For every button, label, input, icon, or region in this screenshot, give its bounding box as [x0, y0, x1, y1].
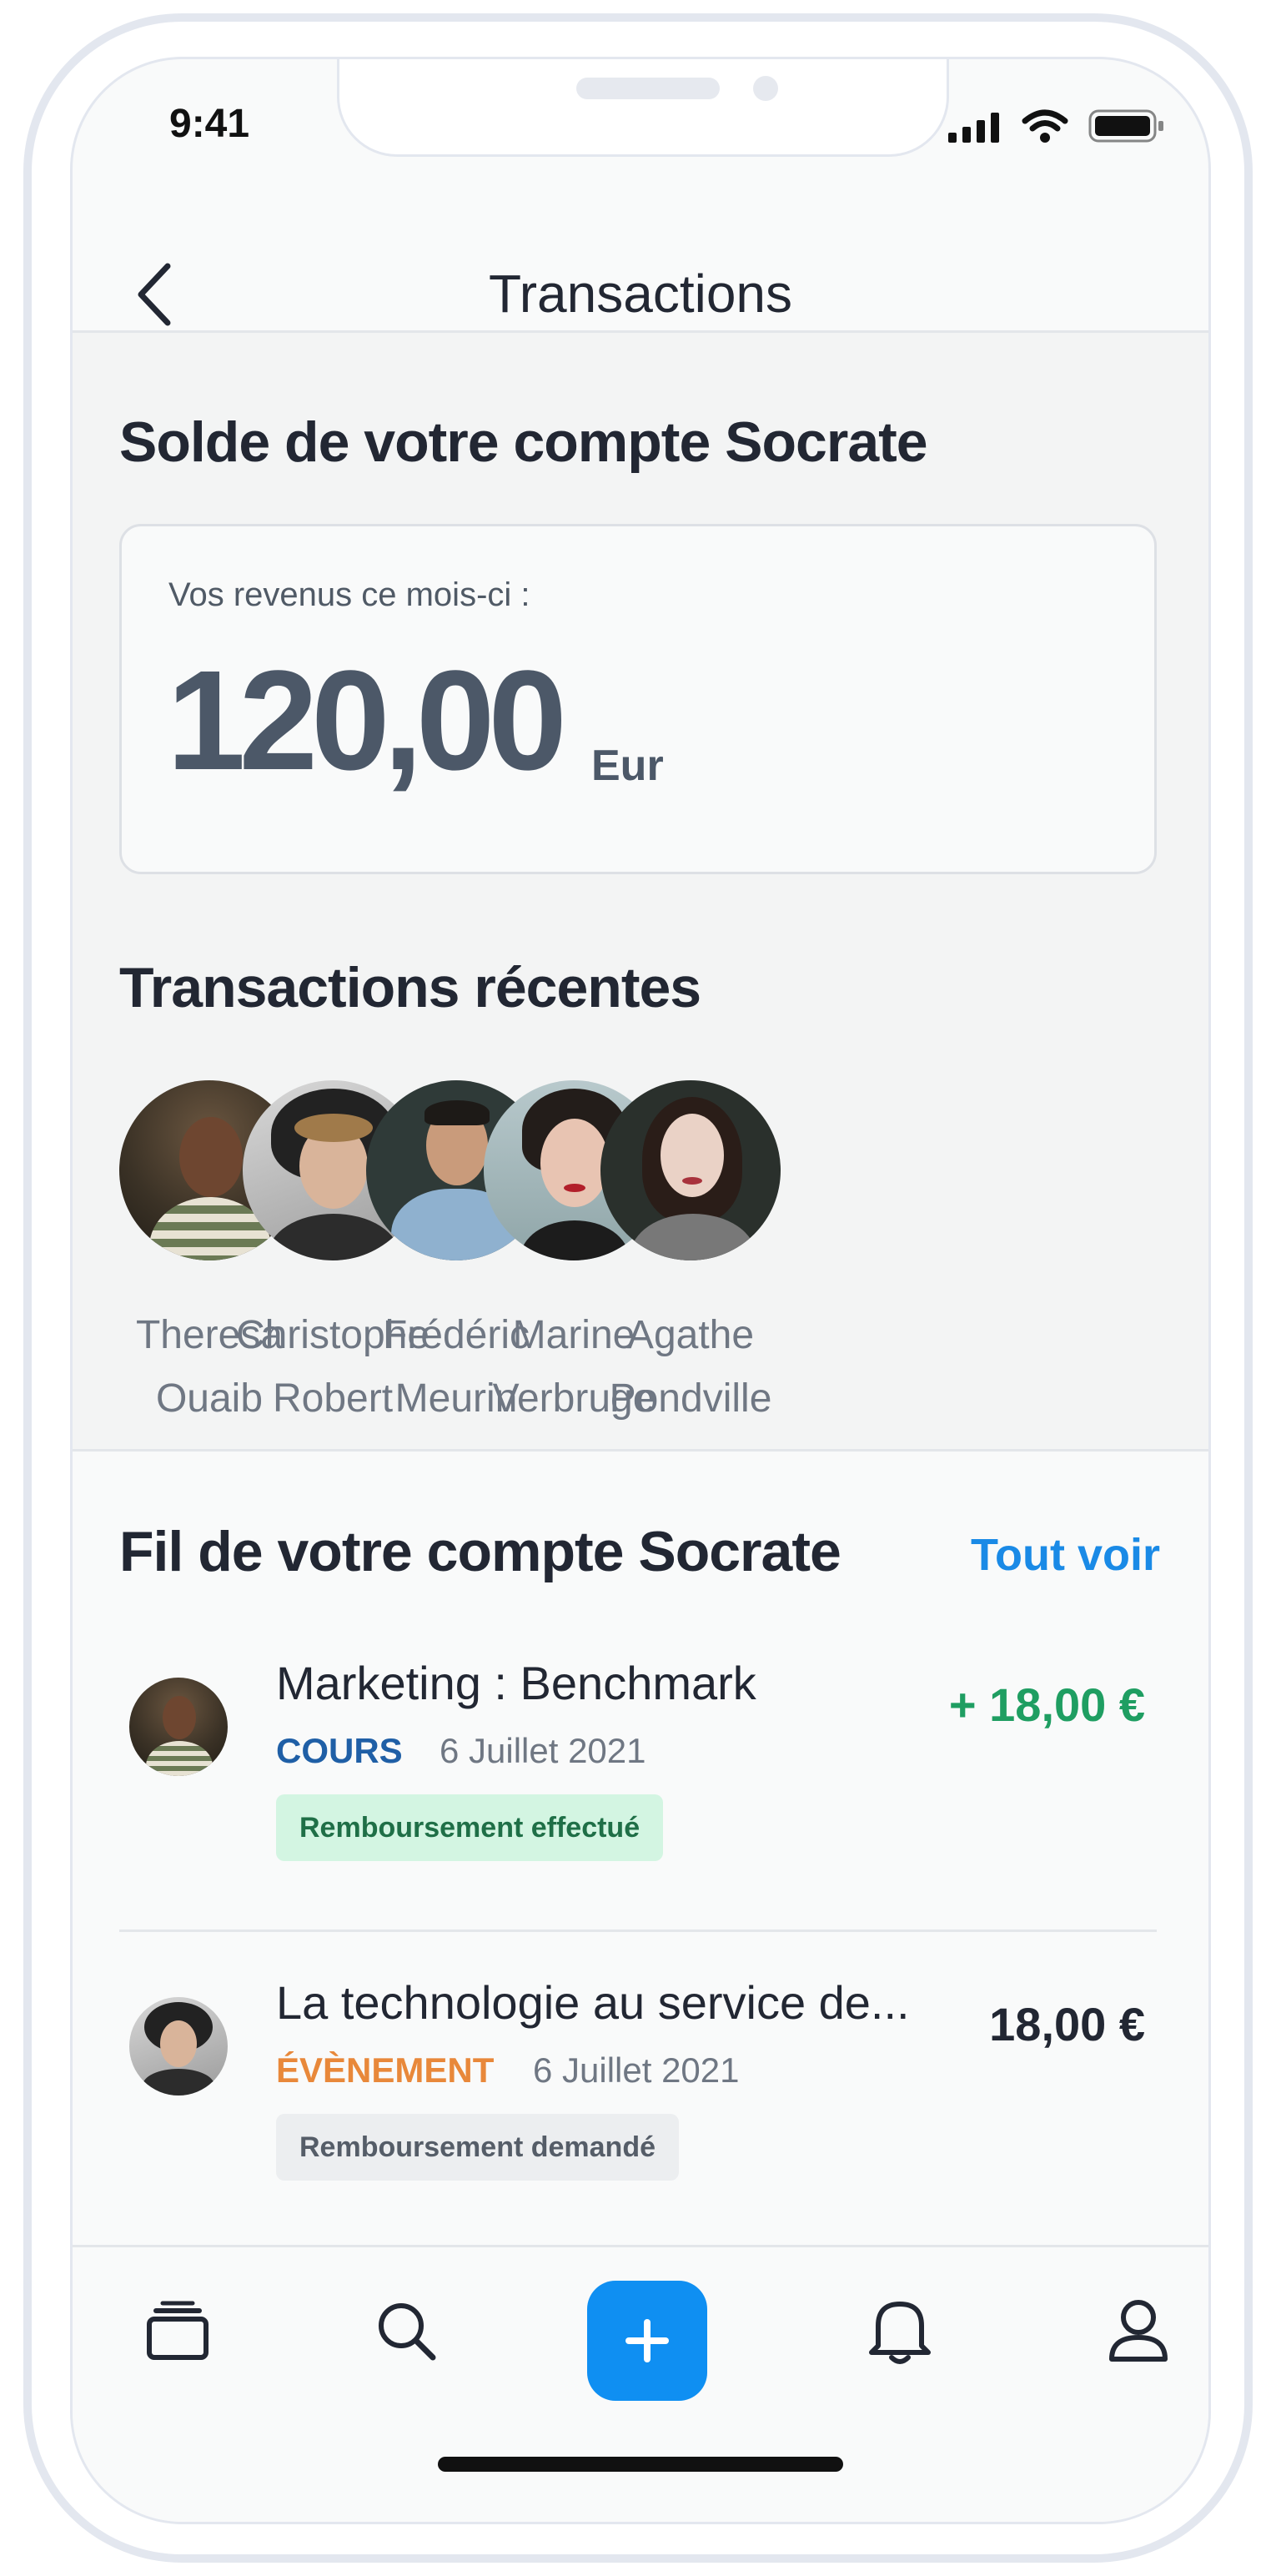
contact-last-name: Pondville — [609, 1376, 772, 1421]
recent-contacts-list: Theresa Ouaib Christophe Robert Frédéric… — [119, 1080, 1208, 1431]
transaction-row[interactable]: La technologie au service de... ÉVÈNEMEN… — [119, 1932, 1157, 2251]
recent-transactions-title: Transactions récentes — [119, 956, 701, 1019]
avatar — [129, 1997, 228, 2096]
balance-unit: Eur — [591, 742, 664, 790]
transaction-category: ÉVÈNEMENT — [276, 2050, 495, 2090]
transaction-title: La technologie au service de... — [276, 1976, 910, 2029]
avatar — [129, 1678, 228, 1776]
balance-title: Solde de votre compte Socrate — [119, 410, 928, 474]
see-all-link[interactable]: Tout voir — [971, 1529, 1160, 1581]
add-button[interactable] — [587, 2281, 707, 2401]
page-title: Transactions — [489, 264, 792, 324]
balance-card: Vos revenus ce mois-ci : 120,00 Eur — [119, 524, 1157, 874]
courses-icon — [147, 2301, 208, 2360]
balance-label: Vos revenus ce mois-ci : — [168, 576, 530, 613]
status-icons — [948, 109, 1165, 143]
bell-icon — [869, 2302, 931, 2364]
transaction-amount: 18,00 € — [989, 1998, 1145, 2050]
account-feed-section: Fil de votre compte Socrate Tout voir Ma… — [73, 1452, 1208, 2328]
plus-icon — [625, 2319, 669, 2362]
tab-courses[interactable] — [128, 2281, 228, 2381]
status-badge: Remboursement effectué — [276, 1794, 664, 1861]
contact-name: Agathe Pondville — [582, 1304, 799, 1431]
transaction-title: Marketing : Benchmark — [276, 1657, 756, 1709]
status-time: 9:41 — [169, 102, 250, 146]
balance-section: Solde de votre compte Socrate Vos revenu… — [73, 333, 1208, 1452]
contact-first-name: Agathe — [626, 1313, 755, 1357]
tab-profile[interactable] — [1088, 2281, 1188, 2381]
device-notch — [337, 59, 949, 157]
transaction-amount: + 18,00 € — [948, 1678, 1145, 1731]
wifi-icon — [1022, 109, 1068, 143]
transaction-date: 6 Juillet 2021 — [533, 2050, 740, 2090]
search-icon — [379, 2303, 436, 2361]
transaction-category: COURS — [276, 1731, 403, 1770]
feed-title: Fil de votre compte Socrate — [119, 1520, 841, 1583]
tab-bar — [73, 2245, 1208, 2522]
navigation-bar: Transactions — [73, 176, 1208, 333]
transaction-date: 6 Juillet 2021 — [440, 1731, 646, 1770]
avatar — [600, 1080, 781, 1260]
home-indicator — [438, 2457, 843, 2472]
profile-icon — [1109, 2300, 1168, 2362]
speaker — [576, 78, 720, 99]
tab-notifications[interactable] — [850, 2281, 950, 2381]
contact-agathe[interactable]: Agathe Pondville — [582, 1080, 799, 1431]
transaction-row[interactable]: Marketing : Benchmark COURS 6 Juillet 20… — [119, 1613, 1157, 1932]
tab-search[interactable] — [356, 2281, 456, 2381]
battery-icon — [1088, 109, 1163, 143]
cellular-signal-icon — [948, 113, 999, 143]
balance-amount: 120,00 — [167, 641, 567, 800]
app-screen: 9:41 Transactions Solde de votre compte … — [70, 57, 1211, 2524]
status-badge: Remboursement demandé — [276, 2114, 679, 2181]
camera — [753, 76, 778, 101]
